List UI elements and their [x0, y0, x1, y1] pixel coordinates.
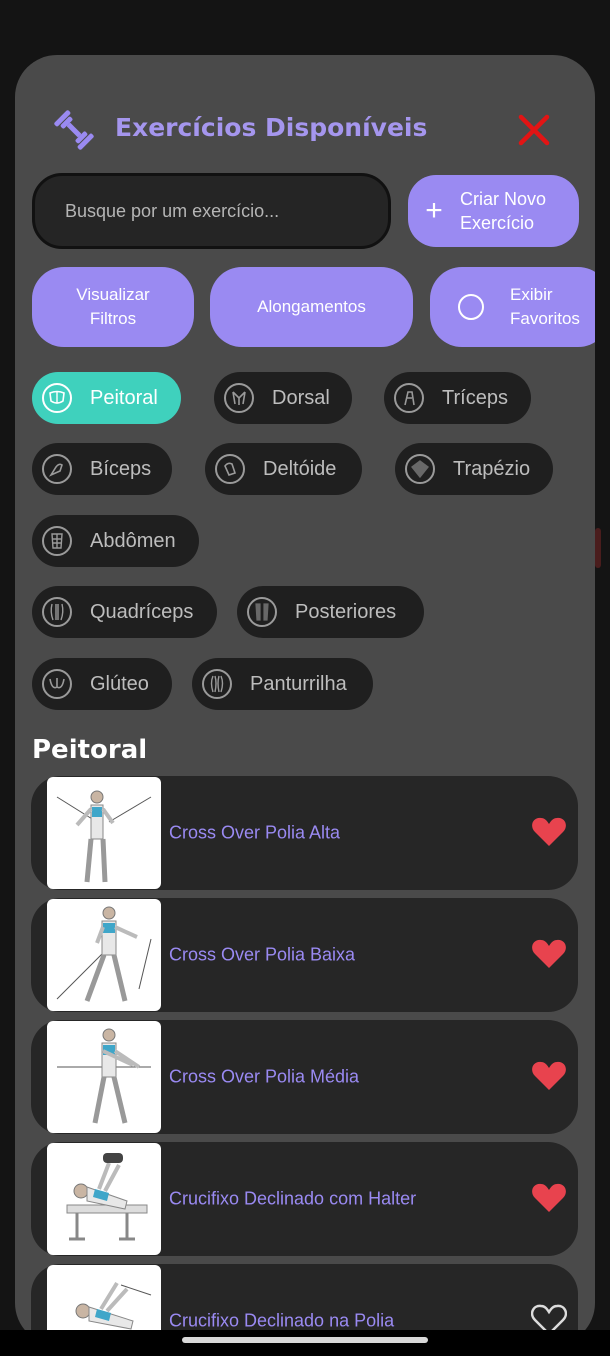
abdomen-muscle-icon — [42, 526, 72, 556]
plus-icon: + — [425, 194, 443, 227]
exercise-name: Cross Over Polia Baixa — [169, 944, 356, 965]
exercise-thumbnail — [47, 1143, 161, 1255]
show-favorites-label: Exibir Favoritos — [510, 285, 580, 328]
heart-filled-icon[interactable] — [531, 938, 567, 970]
close-icon[interactable] — [517, 113, 551, 147]
deltoid-muscle-icon — [215, 454, 245, 484]
triceps-muscle-icon — [394, 383, 424, 413]
quadriceps-muscle-icon — [42, 597, 72, 627]
exercise-thumbnail — [47, 777, 161, 889]
exercise-name: Crucifixo Declinado na Polia — [169, 1310, 395, 1331]
view-filters-button[interactable]: Visualizar Filtros — [32, 267, 194, 347]
exercise-name: Cross Over Polia Média — [169, 1066, 360, 1087]
muscle-chip-triceps[interactable]: Tríceps — [384, 372, 531, 424]
exercise-thumbnail — [47, 1021, 161, 1133]
exercise-name: Cross Over Polia Alta — [169, 822, 341, 843]
back-muscle-icon — [224, 383, 254, 413]
view-filters-label: Visualizar Filtros — [76, 285, 150, 328]
muscle-chip-peitoral[interactable]: Peitoral — [32, 372, 181, 424]
muscle-chip-posteriores[interactable]: Posteriores — [237, 586, 424, 638]
heart-filled-icon[interactable] — [531, 1182, 567, 1214]
exercise-name: Crucifixo Declinado com Halter — [169, 1188, 417, 1209]
hamstrings-muscle-icon — [247, 597, 277, 627]
radio-circle-icon — [458, 294, 484, 320]
heart-filled-icon[interactable] — [531, 1060, 567, 1092]
exercise-card[interactable]: Cross Over Polia Média — [31, 1020, 578, 1134]
heart-filled-icon[interactable] — [531, 816, 567, 848]
trapezius-muscle-icon — [405, 454, 435, 484]
dumbbell-icon — [54, 110, 94, 150]
system-navigation-bar — [0, 1330, 610, 1356]
muscle-chip-quadriceps[interactable]: Quadríceps — [32, 586, 217, 638]
exercise-card[interactable]: Cross Over Polia Alta — [31, 776, 578, 890]
home-indicator[interactable] — [182, 1337, 428, 1343]
muscle-chip-panturrilha[interactable]: Panturrilha — [192, 658, 373, 710]
muscle-chip-gluteo[interactable]: Glúteo — [32, 658, 172, 710]
exercise-thumbnail — [47, 899, 161, 1011]
search-field[interactable] — [32, 173, 391, 249]
stretching-label: Alongamentos — [257, 297, 366, 316]
muscle-chip-dorsal[interactable]: Dorsal — [214, 372, 352, 424]
stretching-button[interactable]: Alongamentos — [210, 267, 413, 347]
edge-indicator — [595, 528, 601, 568]
app-screen: Exercícios Disponíveis + Criar Novo Exer… — [0, 0, 610, 1356]
show-favorites-button[interactable]: Exibir Favoritos — [430, 267, 595, 347]
exercise-card[interactable]: Cross Over Polia Baixa — [31, 898, 578, 1012]
muscle-chip-abdomen[interactable]: Abdômen — [32, 515, 199, 567]
calf-muscle-icon — [202, 669, 232, 699]
exercise-card[interactable]: Crucifixo Declinado com Halter — [31, 1142, 578, 1256]
muscle-chip-trapezio[interactable]: Trapézio — [395, 443, 553, 495]
page-title: Exercícios Disponíveis — [115, 113, 428, 142]
create-exercise-button[interactable]: + Criar Novo Exercício — [408, 175, 579, 247]
section-title: Peitoral — [32, 735, 148, 765]
glutes-muscle-icon — [42, 669, 72, 699]
exercise-modal: Exercícios Disponíveis + Criar Novo Exer… — [15, 55, 595, 1345]
muscle-chip-deltoide[interactable]: Deltóide — [205, 443, 362, 495]
biceps-muscle-icon — [42, 454, 72, 484]
search-input[interactable] — [65, 200, 365, 222]
create-exercise-label: Criar Novo Exercício — [460, 189, 547, 233]
chest-muscle-icon — [42, 383, 72, 413]
muscle-chip-biceps[interactable]: Bíceps — [32, 443, 172, 495]
